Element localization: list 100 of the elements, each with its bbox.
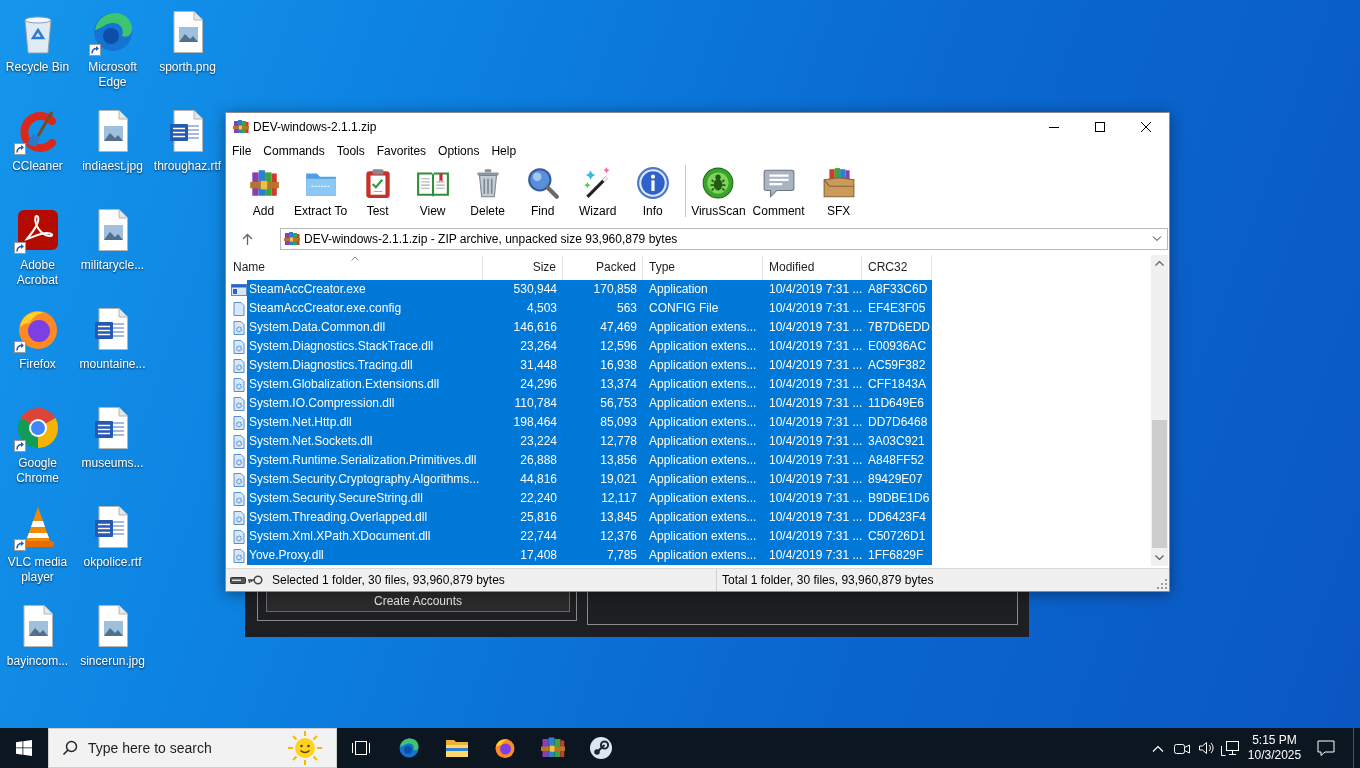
file-row[interactable]: System.Runtime.Serialization.Primitives.dll 26,888 13,856 Application extens... 10/4/2019 7:31 ... A848FF52 bbox=[247, 451, 932, 470]
search-field[interactable]: Type here to search bbox=[48, 728, 337, 768]
menu-item[interactable]: File bbox=[226, 141, 258, 161]
file-row[interactable]: System.Diagnostics.StackTrace.dll 23,264 12,596 Application extens... 10/4/2019 7:31 ... E00936AC bbox=[247, 337, 932, 356]
steam-logo-icon bbox=[589, 736, 613, 760]
toolbar-button[interactable]: SFX bbox=[808, 161, 869, 225]
file-size: 23,264 bbox=[519, 338, 558, 355]
modified-date: 10/4/2019 7:31 ... bbox=[768, 528, 862, 545]
modified-date: 10/4/2019 7:31 ... bbox=[768, 281, 862, 298]
scrollbar-thumb[interactable] bbox=[1152, 420, 1167, 548]
gear-file-icon bbox=[231, 547, 247, 564]
toolbar-button[interactable]: Extract To bbox=[291, 161, 351, 225]
file-name: SteamAccCreator.exe.config bbox=[248, 300, 403, 317]
file-type: Application extens... bbox=[648, 452, 758, 469]
file-row[interactable]: System.Globalization.Extensions.dll 24,296 13,374 Application extens... 10/4/2019 7:31 ... CFF1843A bbox=[247, 375, 932, 394]
file-type: Application extens... bbox=[648, 490, 758, 507]
chevron-up-icon[interactable] bbox=[1152, 744, 1164, 752]
file-row[interactable]: SteamAccCreator.exe.config 4,503 563 CONFIG File 10/4/2019 7:31 ... EF4E3F05 bbox=[247, 299, 932, 318]
video-call-icon[interactable] bbox=[1174, 741, 1190, 755]
file-name: Yove.Proxy.dll bbox=[248, 547, 325, 564]
crc-value: CFF1843A bbox=[867, 376, 928, 393]
file-size: 23,224 bbox=[519, 433, 558, 450]
crc-value: DD7D6468 bbox=[867, 414, 929, 431]
gear-file-icon bbox=[231, 452, 247, 469]
file-row[interactable]: Yove.Proxy.dll 17,408 7,785 Application extens... 10/4/2019 7:31 ... 1FF6829F bbox=[247, 546, 932, 565]
desktop-item[interactable]: mountaine... bbox=[75, 299, 150, 372]
gear-file-icon bbox=[231, 357, 247, 374]
file-row[interactable]: System.Security.Cryptography.Algorithms... 44,816 19,021 Application extens... 10/4/2019 7:31 ... 89429E07 bbox=[247, 470, 932, 489]
packed-size: 47,469 bbox=[599, 319, 638, 336]
desktop-item[interactable]: sporth.png bbox=[150, 2, 225, 75]
menu-item[interactable]: Help bbox=[485, 141, 523, 161]
status-text: Total 1 folder, 30 files, 93,960,879 bytes bbox=[722, 573, 934, 587]
books-icon bbox=[541, 736, 565, 760]
file-name: System.Diagnostics.StackTrace.dll bbox=[248, 338, 435, 355]
toolbar-button[interactable]: Comment bbox=[748, 161, 809, 225]
file-size: 530,944 bbox=[512, 281, 558, 298]
folder-icon bbox=[445, 738, 469, 758]
desktop-item[interactable]: militarycle... bbox=[75, 200, 150, 273]
chevron-up-icon bbox=[1155, 261, 1164, 266]
modified-date: 10/4/2019 7:31 ... bbox=[768, 319, 862, 336]
file-name: System.Threading.Overlapped.dll bbox=[248, 509, 429, 526]
clock-date[interactable]: 10/3/2025 bbox=[1247, 748, 1302, 763]
modified-date: 10/4/2019 7:31 ... bbox=[768, 300, 862, 317]
search-icon bbox=[62, 740, 78, 756]
toolbar-button[interactable]: VirusScan bbox=[688, 161, 749, 225]
file-row[interactable]: System.IO.Compression.dll 110,784 56,753 Application extens... 10/4/2019 7:31 ... 11D649E6 bbox=[247, 394, 932, 413]
gear-file-icon bbox=[231, 433, 247, 450]
bug-icon bbox=[701, 166, 736, 200]
menu-item[interactable]: Commands bbox=[257, 141, 331, 161]
books-icon bbox=[233, 119, 249, 135]
file-row[interactable]: System.Data.Common.dll 146,616 47,469 Application extens... 10/4/2019 7:31 ... 7B7D6EDD bbox=[247, 318, 932, 337]
task-view-icon bbox=[351, 740, 371, 756]
crc-value: 89429E07 bbox=[867, 471, 924, 488]
toolbar-button[interactable]: Find bbox=[515, 161, 571, 225]
network-icon[interactable] bbox=[1221, 740, 1239, 756]
notification-icon[interactable] bbox=[1317, 740, 1335, 756]
packed-size: 13,856 bbox=[599, 452, 638, 469]
file-row[interactable]: System.Xml.XPath.XDocument.dll 22,744 12,376 Application extens... 10/4/2019 7:31 ... C50726D1 bbox=[247, 527, 932, 546]
desktop-item[interactable]: throughaz.rtf bbox=[150, 101, 225, 174]
clock-time[interactable]: 5:15 PM bbox=[1252, 733, 1297, 748]
file-type: Application extens... bbox=[648, 528, 758, 545]
toolbar-button[interactable]: Wizard bbox=[570, 161, 626, 225]
file-type: Application extens... bbox=[648, 509, 758, 526]
file-row[interactable]: System.Diagnostics.Tracing.dll 31,448 16,938 Application extens... 10/4/2019 7:31 ... AC59F382 bbox=[247, 356, 932, 375]
toolbar-button[interactable]: View bbox=[405, 161, 461, 225]
file-size: 24,296 bbox=[519, 376, 558, 393]
desktop-item[interactable]: Microsoft Edge bbox=[75, 2, 150, 90]
close-icon bbox=[1141, 122, 1151, 132]
file-name: System.IO.Compression.dll bbox=[248, 395, 396, 412]
box-books-icon bbox=[821, 166, 856, 200]
desktop-item[interactable]: okpolice.rtf bbox=[75, 497, 150, 570]
menu-item[interactable]: Favorites bbox=[370, 141, 433, 161]
file-row[interactable]: System.Net.Http.dll 198,464 85,093 Application extens... 10/4/2019 7:31 ... DD7D6468 bbox=[247, 413, 932, 432]
volume-icon[interactable] bbox=[1198, 741, 1214, 755]
file-row[interactable]: System.Threading.Overlapped.dll 25,816 13,845 Application extens... 10/4/2019 7:31 ... DD6423F4 bbox=[247, 508, 932, 527]
toolbar-button[interactable]: Add bbox=[236, 161, 291, 225]
toolbar-button[interactable]: Info bbox=[625, 161, 681, 225]
packed-size: 85,093 bbox=[599, 414, 638, 431]
desktop-item[interactable]: VLC media player bbox=[0, 497, 75, 585]
modified-date: 10/4/2019 7:31 ... bbox=[768, 490, 862, 507]
file-row[interactable]: System.Net.Sockets.dll 23,224 12,778 Application extens... 10/4/2019 7:31 ... 3A03C921 bbox=[247, 432, 932, 451]
toolbar-button[interactable]: Delete bbox=[460, 161, 516, 225]
file-row[interactable]: SteamAccCreator.exe 530,944 170,858 Application 10/4/2019 7:31 ... A8F33C6D bbox=[247, 280, 932, 299]
packed-size: 170,858 bbox=[592, 281, 638, 298]
desktop-item[interactable]: Firefox bbox=[0, 299, 75, 372]
desktop-item[interactable]: Adobe Acrobat bbox=[0, 200, 75, 288]
desktop-item[interactable]: museums... bbox=[75, 398, 150, 471]
desktop-item[interactable]: Recycle Bin bbox=[0, 2, 75, 75]
address-combo[interactable]: DEV-windows-2.1.1.zip - ZIP archive, unpacked size 93,960,879 bytes bbox=[280, 228, 1168, 250]
desktop-item[interactable]: bayincom... bbox=[0, 596, 75, 669]
menu-item[interactable]: Options bbox=[432, 141, 486, 161]
desktop-item[interactable]: sincerun.jpg bbox=[75, 596, 150, 669]
menu-item[interactable]: Tools bbox=[330, 141, 371, 161]
create-accounts-button[interactable]: Create Accounts bbox=[266, 591, 570, 612]
gear-file-icon bbox=[231, 319, 247, 336]
file-row[interactable]: System.Security.SecureString.dll 22,240 12,117 Application extens... 10/4/2019 7:31 ... B9DBE1D6 bbox=[247, 489, 932, 508]
desktop-item[interactable]: Google Chrome bbox=[0, 398, 75, 486]
desktop-item[interactable]: indiaest.jpg bbox=[75, 101, 150, 174]
toolbar-button[interactable]: Test bbox=[350, 161, 406, 225]
desktop-item[interactable]: CCleaner bbox=[0, 101, 75, 174]
